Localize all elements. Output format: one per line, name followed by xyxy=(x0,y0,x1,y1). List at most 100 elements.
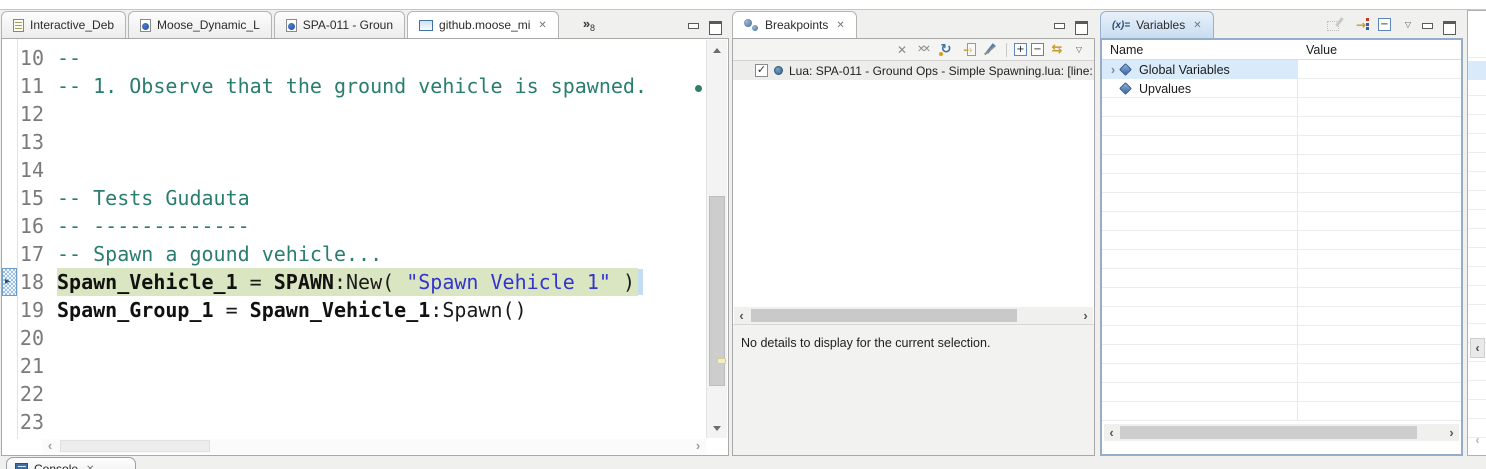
minimize-icon[interactable] xyxy=(1053,21,1065,32)
link-with-debug-view-icon[interactable]: ⇆ xyxy=(1048,41,1066,58)
editor-tab-2[interactable]: Moose_Dynamic_L xyxy=(128,11,272,38)
code-line[interactable]: -- ------------- xyxy=(51,212,706,240)
annotation-ruler-cell[interactable] xyxy=(2,44,17,72)
console-tab[interactable]: Console ✕ xyxy=(6,457,136,469)
annotation-ruler-cell[interactable] xyxy=(2,352,17,380)
code-line[interactable]: -- Spawn a gound vehicle... xyxy=(51,240,706,268)
tab-breakpoints[interactable]: Breakpoints ✕ xyxy=(732,11,857,38)
chevron-double-icon: » xyxy=(583,16,590,31)
scroll-left-icon[interactable]: ‹ xyxy=(1104,425,1119,440)
code-line[interactable]: -- Tests Gudauta xyxy=(51,184,706,212)
code-line[interactable] xyxy=(51,156,706,184)
scroll-left-icon[interactable]: ‹ xyxy=(1470,431,1485,449)
scroll-up-icon[interactable] xyxy=(707,42,727,58)
code-line[interactable] xyxy=(51,408,706,436)
expand-all-icon[interactable]: + xyxy=(1014,43,1027,56)
code-token: -- Tests Gudauta xyxy=(57,186,250,210)
annotation-ruler-cell[interactable] xyxy=(2,324,17,352)
code-line-row: 23 xyxy=(2,408,706,436)
scroll-left-icon[interactable]: ‹ xyxy=(1470,338,1485,358)
collapse-all-icon[interactable]: − xyxy=(1378,18,1391,31)
close-icon[interactable]: ✕ xyxy=(538,20,546,31)
scroll-right-icon[interactable]: › xyxy=(1444,425,1459,440)
minimize-icon[interactable] xyxy=(687,21,699,32)
breakpoints-horizontal-scrollbar[interactable]: ‹ › xyxy=(734,307,1093,324)
annotation-ruler-cell[interactable] xyxy=(2,296,17,324)
scroll-right-icon[interactable]: › xyxy=(1078,308,1093,323)
editor-tab-4[interactable]: github.moose_mi✕ xyxy=(407,11,559,38)
horizontal-scrollbar-thumb[interactable] xyxy=(751,309,1017,322)
remove-breakpoint-icon[interactable]: ✕ xyxy=(893,41,911,58)
close-icon[interactable]: ✕ xyxy=(1193,20,1201,31)
code-line[interactable] xyxy=(51,100,706,128)
tab-variables[interactable]: (x)= Variables ✕ xyxy=(1100,11,1214,38)
lua-file-icon xyxy=(140,19,151,32)
variable-row[interactable]: Upvalues xyxy=(1102,79,1461,98)
overview-marker-icon xyxy=(717,358,726,364)
annotation-ruler-cell[interactable] xyxy=(2,184,17,212)
close-icon[interactable]: ✕ xyxy=(836,20,844,31)
code-token: -- 1. Observe that the ground vehicle is… xyxy=(57,74,647,98)
tab-overflow-button[interactable]: » 8 xyxy=(561,12,595,38)
editor-tab-3[interactable]: SPA-011 - Groun xyxy=(274,11,405,38)
code-line[interactable] xyxy=(51,324,706,352)
hidden-tab-count: 8 xyxy=(590,23,595,33)
annotation-ruler-cell[interactable] xyxy=(2,72,17,100)
code-line[interactable] xyxy=(51,128,706,156)
scroll-down-icon[interactable] xyxy=(707,420,727,436)
annotation-ruler-cell[interactable] xyxy=(2,408,17,436)
variable-row[interactable]: ›Global Variables xyxy=(1102,60,1461,79)
column-header-value[interactable]: Value xyxy=(1306,43,1337,57)
show-logical-structure-icon[interactable]: → xyxy=(1352,16,1370,33)
editor-vertical-scrollbar[interactable] xyxy=(706,40,727,438)
column-header-name[interactable]: Name xyxy=(1110,43,1143,57)
breakpoints-list[interactable]: ✓ Lua: SPA-011 - Ground Ops - Simple Spaw… xyxy=(733,61,1094,307)
go-to-file-for-breakpoint-icon[interactable]: → xyxy=(959,41,977,58)
horizontal-scrollbar-thumb[interactable] xyxy=(1120,426,1417,439)
editor-horizontal-scrollbar[interactable]: ‹ › xyxy=(42,439,706,454)
scroll-right-icon[interactable]: › xyxy=(690,439,706,454)
code-line-row: 21 xyxy=(2,352,706,380)
annotation-ruler-cell[interactable] xyxy=(2,212,17,240)
breakpoint-label: Lua: SPA-011 - Ground Ops - Simple Spawn… xyxy=(789,64,1093,78)
collapse-all-icon[interactable]: − xyxy=(1031,43,1044,56)
scroll-left-icon[interactable]: ‹ xyxy=(734,308,749,323)
line-number: 23 xyxy=(17,408,51,436)
annotation-ruler-cell[interactable] xyxy=(2,128,17,156)
skip-all-breakpoints-icon[interactable] xyxy=(981,41,999,58)
annotation-ruler-cell[interactable] xyxy=(2,240,17,268)
code-line[interactable] xyxy=(51,352,706,380)
variables-view: (x)= Variables ✕ →−▽ Name Value ›Global … xyxy=(1100,10,1463,456)
maximize-icon[interactable] xyxy=(709,21,721,32)
maximize-icon[interactable] xyxy=(1075,21,1087,32)
annotation-ruler-cell[interactable] xyxy=(2,156,17,184)
code-line-row: 13 xyxy=(2,128,706,156)
instruction-pointer-icon[interactable]: ▸ xyxy=(2,268,17,296)
clipped-grid xyxy=(1468,39,1486,445)
remove-all-breakpoints-icon[interactable]: ✕✕ xyxy=(915,41,933,58)
line-number: 17 xyxy=(17,240,51,268)
annotation-ruler-cell[interactable] xyxy=(2,380,17,408)
code-line[interactable]: Spawn_Vehicle_1 = SPAWN:New( "Spawn Vehi… xyxy=(51,268,706,296)
breakpoint-checkbox[interactable]: ✓ xyxy=(755,64,768,77)
code-line[interactable]: -- xyxy=(51,44,706,72)
show-breakpoints-supported-icon[interactable]: ↻ xyxy=(937,41,955,58)
view-menu-icon[interactable]: ▽ xyxy=(1399,16,1417,33)
scroll-left-icon[interactable]: ‹ xyxy=(42,439,58,454)
editor-tab-1[interactable]: Interactive_Deb xyxy=(1,11,126,38)
minimize-icon[interactable] xyxy=(1421,21,1433,32)
variables-horizontal-scrollbar[interactable]: ‹ › xyxy=(1104,424,1459,441)
show-type-names-icon xyxy=(1326,16,1344,33)
horizontal-scrollbar-thumb[interactable] xyxy=(60,440,210,452)
code-line[interactable]: Spawn_Group_1 = Spawn_Vehicle_1:Spawn() xyxy=(51,296,706,324)
maximize-icon[interactable] xyxy=(1443,21,1455,32)
variables-tree[interactable]: ›Global VariablesUpvalues xyxy=(1102,60,1461,421)
line-number: 18 xyxy=(17,268,51,296)
annotation-ruler-cell[interactable] xyxy=(2,100,17,128)
code-editor[interactable]: 10--11-- 1. Observe that the ground vehi… xyxy=(1,38,729,456)
code-line[interactable]: -- 1. Observe that the ground vehicle is… xyxy=(51,72,706,100)
breakpoint-row[interactable]: ✓ Lua: SPA-011 - Ground Ops - Simple Spaw… xyxy=(733,61,1094,80)
code-line[interactable] xyxy=(51,380,706,408)
close-icon[interactable]: ✕ xyxy=(86,464,94,469)
view-menu-icon[interactable]: ▽ xyxy=(1070,41,1088,58)
